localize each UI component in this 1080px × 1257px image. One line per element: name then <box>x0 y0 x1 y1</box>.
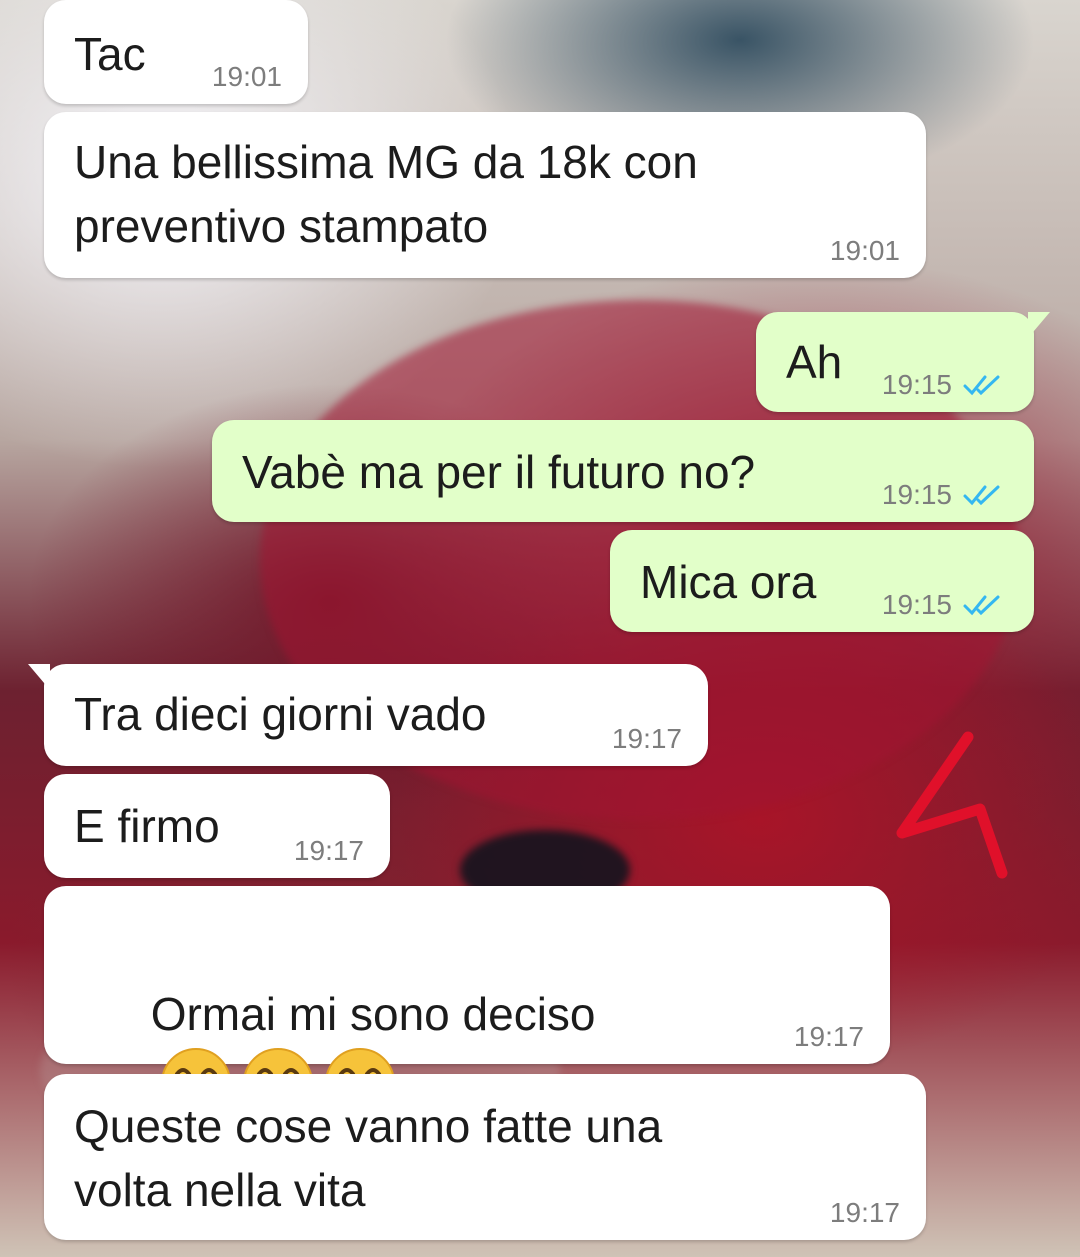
message-bubble-incoming[interactable]: Tac 19:01 <box>44 0 308 104</box>
message-time: 19:17 <box>611 723 682 754</box>
message-time: 19:01 <box>829 235 900 266</box>
bubble-tail <box>28 664 50 690</box>
message-bubble-outgoing[interactable]: Mica ora 19:15 <box>610 530 1034 632</box>
message-text: Ormai mi sono deciso <box>150 988 596 1040</box>
message-meta: 19:17 <box>294 834 364 868</box>
message-text: E firmo <box>74 800 220 852</box>
bubble-tail <box>1028 312 1050 338</box>
message-meta: 19:15 <box>882 368 1008 402</box>
chat-area[interactable]: Tac 19:01 Una bellissima MG da 18k con p… <box>0 0 1080 1257</box>
double-check-icon <box>963 375 1000 396</box>
message-time: 19:15 <box>881 589 952 620</box>
message-bubble-outgoing[interactable]: Vabè ma per il futuro no? 19:15 <box>212 420 1034 522</box>
message-time: 19:15 <box>881 479 952 510</box>
message-time: 19:17 <box>793 1021 864 1052</box>
message-text: Vabè ma per il futuro no? <box>242 446 756 498</box>
message-time: 19:15 <box>881 369 952 400</box>
message-text: Queste cose vanno fatte una volta nella … <box>74 1100 663 1216</box>
message-meta: 19:15 <box>882 478 1008 512</box>
message-meta: 19:17 <box>794 1020 864 1054</box>
double-check-icon <box>963 485 1000 506</box>
message-bubble-outgoing[interactable]: Ah 19:15 <box>756 312 1050 412</box>
message-time: 19:17 <box>829 1197 900 1228</box>
message-bubble-incoming[interactable]: Ormai mi sono deciso 19:17 <box>44 886 890 1118</box>
message-bubble-incoming[interactable]: Queste cose vanno fatte una volta nella … <box>44 1074 926 1240</box>
message-bubble-incoming[interactable]: Tra dieci giorni vado 19:17 <box>28 664 708 766</box>
message-time: 19:17 <box>293 835 364 866</box>
message-time: 19:01 <box>211 61 282 92</box>
message-meta: 19:15 <box>882 588 1008 622</box>
message-text: Mica ora <box>640 556 817 608</box>
message-bubble-incoming[interactable]: E firmo 19:17 <box>44 774 390 878</box>
red-arrow-mark-icon <box>896 731 1008 879</box>
double-check-icon <box>963 595 1000 616</box>
message-text: Una bellissima MG da 18k con preventivo … <box>74 136 698 252</box>
message-text: Tra dieci giorni vado <box>74 688 487 740</box>
message-bubble-incoming[interactable]: Una bellissima MG da 18k con preventivo … <box>44 112 926 278</box>
message-meta: 19:17 <box>830 1196 900 1230</box>
message-text: Tac <box>74 28 146 80</box>
message-text: Ah <box>786 336 843 388</box>
message-meta: 19:01 <box>830 234 900 268</box>
message-meta: 19:17 <box>612 722 682 756</box>
message-meta: 19:01 <box>212 60 282 94</box>
